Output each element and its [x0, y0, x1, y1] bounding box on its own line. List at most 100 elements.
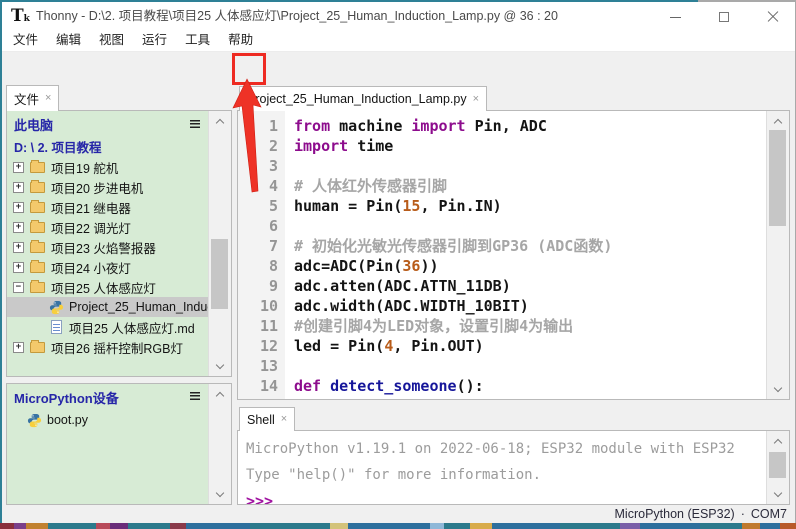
code-line: adc=ADC(Pin(36)): [294, 256, 766, 276]
scroll-up-icon[interactable]: [209, 386, 231, 402]
python-file-icon: [27, 413, 42, 428]
expand-icon[interactable]: +: [13, 262, 24, 273]
scroll-up-icon[interactable]: [767, 113, 789, 129]
collapse-icon[interactable]: −: [13, 282, 24, 293]
toolbar: STOP: [2, 52, 795, 86]
tree-item[interactable]: + 项目24 小夜灯: [7, 257, 208, 277]
tab-files[interactable]: 文件 ×: [6, 85, 59, 111]
tree-item[interactable]: +项目20 步进电机: [7, 177, 208, 197]
scroll-down-icon[interactable]: [767, 486, 789, 502]
folder-icon: [30, 242, 45, 253]
tree-item-label: 项目22 调光灯: [51, 218, 131, 237]
tree-item-label: 项目21 继电器: [51, 198, 131, 217]
files-scrollbar[interactable]: [208, 111, 231, 376]
maximize-button[interactable]: [707, 4, 741, 30]
device-file-item[interactable]: boot.py: [7, 410, 208, 430]
tab-close-icon[interactable]: ×: [473, 94, 479, 105]
device-menu-icon[interactable]: [190, 392, 200, 400]
scroll-down-icon[interactable]: [209, 486, 231, 502]
shell-output[interactable]: MicroPython v1.19.1 on 2022-06-18; ESP32…: [238, 431, 766, 504]
shell-scrollbar[interactable]: [766, 431, 789, 504]
scroll-down-icon[interactable]: [209, 358, 231, 374]
expand-icon[interactable]: +: [13, 342, 24, 353]
desktop-background-sliver: [0, 523, 796, 529]
tab-close-icon[interactable]: ×: [281, 414, 287, 425]
status-separator: ·: [741, 507, 745, 521]
close-button[interactable]: [756, 4, 790, 30]
code-line: adc.width(ADC.WIDTH_10BIT): [294, 296, 766, 316]
scroll-up-icon[interactable]: [209, 113, 231, 129]
scrollbar-thumb[interactable]: [211, 239, 228, 309]
device-file-label: boot.py: [47, 413, 88, 427]
this-computer-label[interactable]: 此电脑: [7, 111, 208, 134]
window-border-left: [0, 0, 2, 523]
line-number: 5: [238, 196, 278, 216]
tree-item-label: 项目24 小夜灯: [51, 258, 131, 277]
expand-icon[interactable]: +: [13, 202, 24, 213]
shell-output-line: MicroPython v1.19.1 on 2022-06-18; ESP32…: [246, 436, 766, 462]
code-line: # 人体红外传感器引脚: [294, 176, 766, 196]
device-file-list: boot.py: [7, 410, 208, 430]
line-number: 9: [238, 276, 278, 296]
tree-item[interactable]: +项目26 摇杆控制RGB灯: [7, 337, 208, 357]
window-border-top-right: [698, 0, 796, 2]
tree-item[interactable]: −项目25 人体感应灯: [7, 277, 208, 297]
files-menu-icon[interactable]: [190, 120, 200, 128]
expand-icon[interactable]: +: [13, 222, 24, 233]
file-tree: +项目19 舵机+项目20 步进电机+项目21 继电器+项目22 调光灯+项目2…: [7, 157, 208, 357]
python-file-icon: [49, 300, 64, 315]
scrollbar-thumb[interactable]: [769, 452, 786, 478]
code-line: [294, 216, 766, 236]
menu-item[interactable]: 工具: [176, 30, 219, 51]
line-number: 6: [238, 216, 278, 236]
code-line: adc.atten(ADC.ATTN_11DB): [294, 276, 766, 296]
code-editor[interactable]: 1234567891011121314 from machine import …: [237, 110, 790, 400]
scroll-up-icon[interactable]: [767, 433, 789, 449]
shell-prompt[interactable]: >>>: [246, 488, 766, 504]
code-line: import time: [294, 136, 766, 156]
status-bar: MicroPython (ESP32) · COM7: [2, 505, 795, 523]
code-line: human = Pin(15, Pin.IN): [294, 196, 766, 216]
menu-item[interactable]: 编辑: [47, 30, 90, 51]
expand-icon[interactable]: +: [13, 242, 24, 253]
folder-icon: [30, 222, 45, 233]
tree-item[interactable]: Project_25_Human_Inducti: [7, 297, 208, 317]
status-port[interactable]: COM7: [751, 507, 787, 521]
tree-item[interactable]: +项目19 舵机: [7, 157, 208, 177]
expand-icon[interactable]: +: [13, 182, 24, 193]
scroll-down-icon[interactable]: [767, 381, 789, 397]
device-scrollbar[interactable]: [208, 384, 231, 504]
line-number: 14: [238, 376, 278, 396]
scrollbar-thumb[interactable]: [769, 130, 786, 226]
annotation-arrow: [230, 77, 264, 195]
folder-icon: [30, 282, 45, 293]
tree-item[interactable]: 项目25 人体感应灯.md: [7, 317, 208, 337]
status-interpreter[interactable]: MicroPython (ESP32): [615, 507, 735, 521]
expand-icon[interactable]: +: [13, 162, 24, 173]
minimize-icon: [670, 17, 681, 18]
tree-item[interactable]: +项目23 火焰警报器: [7, 237, 208, 257]
tree-item[interactable]: + 项目21 继电器: [7, 197, 208, 217]
folder-icon: [30, 202, 45, 213]
menu-item[interactable]: 文件: [4, 30, 47, 51]
code-area[interactable]: from machine import Pin, ADCimport time …: [285, 111, 766, 399]
shell-panel[interactable]: MicroPython v1.19.1 on 2022-06-18; ESP32…: [237, 430, 790, 505]
folder-icon: [30, 182, 45, 193]
tab-close-icon[interactable]: ×: [45, 93, 51, 104]
current-path[interactable]: D: \ 2. 项目教程: [7, 134, 208, 158]
editor-scrollbar[interactable]: [766, 111, 789, 399]
menu-item[interactable]: 帮助: [219, 30, 262, 51]
close-icon: [767, 11, 779, 23]
menu-item[interactable]: 视图: [90, 30, 133, 51]
tree-item[interactable]: + 项目22 调光灯: [7, 217, 208, 237]
tab-files-label: 文件: [14, 89, 39, 108]
tab-shell[interactable]: Shell ×: [239, 407, 295, 431]
thonny-window: Tk Thonny - D:\2. 项目教程\项目25 人体感应灯\Projec…: [0, 0, 796, 529]
tab-editor-file[interactable]: Project_25_Human_Induction_Lamp.py ×: [239, 86, 487, 111]
menu-item[interactable]: 运行: [133, 30, 176, 51]
shell-output-line: Type "help()" for more information.: [246, 462, 766, 488]
device-panel-content: MicroPython设备 boot.py: [7, 384, 208, 504]
tree-item-label: Project_25_Human_Inducti: [69, 300, 208, 314]
tree-item-label: 项目25 人体感应灯.md: [69, 318, 195, 337]
minimize-button[interactable]: [658, 4, 692, 30]
